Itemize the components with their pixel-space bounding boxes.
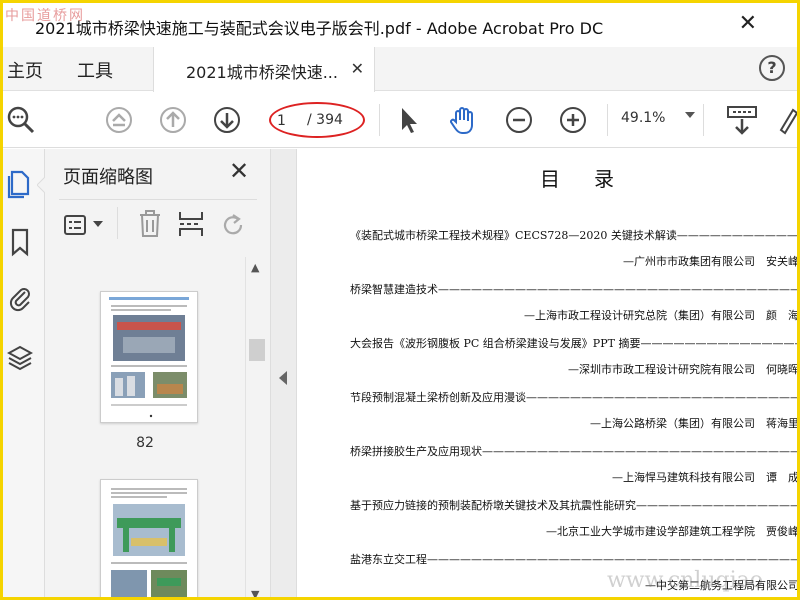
- toc-entry-title[interactable]: 大会报告《波形钢腹板 PC 组合桥梁建设与发展》PPT 摘要——————————…: [350, 335, 797, 351]
- zoom-level[interactable]: 49.1%: [621, 110, 665, 126]
- trash-icon[interactable]: [137, 209, 163, 239]
- tab-home[interactable]: 主页: [7, 57, 43, 83]
- select-cursor-icon[interactable]: [395, 104, 423, 136]
- zoom-dropdown-icon[interactable]: [685, 112, 695, 118]
- zoom-out-icon[interactable]: [503, 104, 535, 136]
- scroll-mode-icon[interactable]: [725, 104, 759, 138]
- thumbnail-list: 82: [45, 257, 245, 597]
- tab-document[interactable]: 2021城市桥梁快速... ✕: [153, 47, 375, 92]
- toc-entry-author: —广州市市政集团有限公司 安关峰: [623, 255, 797, 268]
- attachment-icon[interactable]: [7, 283, 33, 313]
- page-thumbnails-icon[interactable]: [7, 169, 33, 199]
- thumbnail-page-number: 82: [136, 435, 154, 451]
- page-thumbnails-panel: 页面缩略图 ✕ 82 ▲ ▼: [45, 149, 271, 597]
- toc-entry-author: —北京工业大学城市建设学部建筑工程学院 贾俊峰: [546, 525, 797, 538]
- window-close-button[interactable]: ✕: [739, 11, 757, 36]
- thumbnail-image: [101, 480, 197, 597]
- toc-entry-author: —上海市政工程设计研究总院（集团）有限公司 颜 海: [524, 309, 797, 322]
- scroll-up-icon[interactable]: ▲: [251, 261, 259, 274]
- tab-close-icon[interactable]: ✕: [351, 59, 364, 78]
- panel-toolbar-divider: [117, 207, 118, 239]
- tab-document-label: 2021城市桥梁快速...: [186, 63, 338, 82]
- extract-pages-icon[interactable]: [177, 209, 205, 239]
- toc-entry-author: —深圳市市政工程设计研究院有限公司 何晓晖: [568, 363, 797, 376]
- toc-entry-title[interactable]: 基于预应力链接的预制装配桥墩关键技术及其抗震性能研究——————————————…: [350, 497, 797, 513]
- toolbar-divider: [607, 104, 608, 136]
- thumbnail-image: [101, 292, 197, 422]
- hand-tool-icon[interactable]: [447, 104, 479, 136]
- panel-title: 页面缩略图: [63, 167, 153, 188]
- options-menu-icon[interactable]: [63, 213, 91, 237]
- toolbar-divider: [379, 104, 380, 136]
- rotate-icon[interactable]: [219, 211, 247, 239]
- scroll-down-icon[interactable]: ▼: [251, 588, 259, 597]
- help-icon[interactable]: ?: [759, 55, 785, 81]
- page-thumbnail-82[interactable]: [100, 291, 198, 423]
- toc-heading: 目录: [540, 167, 648, 191]
- next-page-icon[interactable]: [211, 104, 243, 136]
- highlight-ellipse: [269, 102, 365, 138]
- toc-entry-title[interactable]: 盐港东立交工程—————————————————————————————————…: [350, 551, 797, 567]
- toc-entry-title[interactable]: 节段预制混凝土梁桥创新及应用漫谈————————————————————————…: [350, 389, 797, 405]
- panel-divider: [59, 199, 257, 200]
- bookmark-icon[interactable]: [7, 227, 33, 257]
- toolbar: / 394 49.1%: [3, 92, 797, 148]
- toolbar-divider: [703, 104, 704, 136]
- panel-close-icon[interactable]: ✕: [229, 157, 249, 185]
- prev-page-icon[interactable]: [157, 104, 189, 136]
- search-icon[interactable]: [5, 104, 37, 136]
- toc-entry-title[interactable]: 《装配式城市桥梁工程技术规程》CECS728—2020 关键技术解读——————…: [350, 227, 797, 243]
- toc-entry-title[interactable]: 桥梁拼接胶生产及应用现状————————————————————————————…: [350, 443, 797, 459]
- toc-entry-title[interactable]: 桥梁智慧建造技术————————————————————————————————…: [350, 281, 797, 297]
- watermark-bottom: www.cnluqiao: [606, 568, 763, 593]
- zoom-in-icon[interactable]: [557, 104, 589, 136]
- scrollbar-thumb[interactable]: [249, 339, 265, 361]
- toc-entry-author: —上海公路桥梁（集团）有限公司 蒋海里: [590, 417, 797, 430]
- app-window: 中国道桥网 2021城市桥梁快速施工与装配式会议电子版会刊.pdf - Adob…: [0, 0, 800, 600]
- panel-collapse-strip[interactable]: [271, 149, 297, 597]
- collapse-left-icon[interactable]: [279, 371, 287, 385]
- document-view[interactable]: 目录 《装配式城市桥梁工程技术规程》CECS728—2020 关键技术解读———…: [298, 149, 797, 597]
- tab-tools[interactable]: 工具: [77, 57, 113, 83]
- first-page-icon[interactable]: [103, 104, 135, 136]
- pen-icon[interactable]: [779, 104, 797, 136]
- chevron-down-icon[interactable]: [93, 221, 103, 229]
- title-bar: 中国道桥网 2021城市桥梁快速施工与装配式会议电子版会刊.pdf - Adob…: [3, 3, 797, 47]
- panel-toolbar: [59, 205, 259, 245]
- left-rail: [3, 149, 47, 597]
- tab-row: 主页 工具 2021城市桥梁快速... ✕ ?: [3, 47, 797, 92]
- page-thumbnail-83[interactable]: [100, 479, 198, 597]
- window-title: 2021城市桥梁快速施工与装配式会议电子版会刊.pdf - Adobe Acro…: [35, 19, 604, 38]
- layers-icon[interactable]: [7, 343, 33, 373]
- toc-entry-author: —上海悍马建筑科技有限公司 谭 成: [612, 471, 797, 484]
- thumbnail-scrollbar[interactable]: ▲ ▼: [245, 257, 267, 597]
